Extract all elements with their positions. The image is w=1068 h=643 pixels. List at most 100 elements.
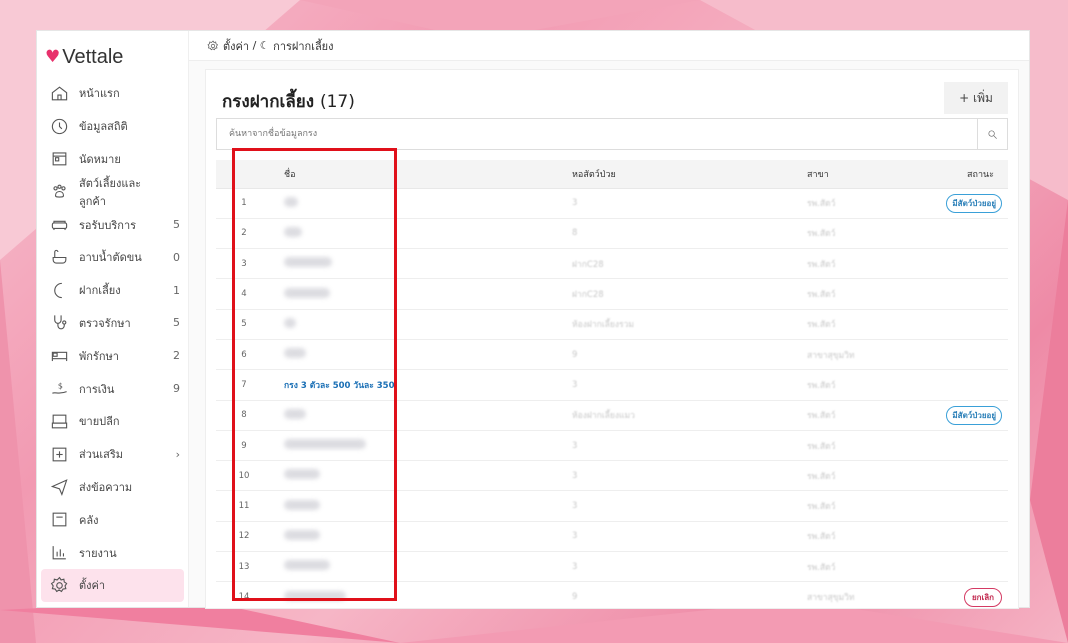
sidebar-item-register[interactable]: ขายปลีก	[37, 405, 188, 438]
row-number: 14	[216, 581, 272, 608]
row-number: 9	[216, 430, 272, 462]
table-row[interactable]: 7 กรง 3 ตัวละ 500 วันละ 350 3 รพ.สัตว์	[216, 369, 1008, 401]
sidebar-item-stethoscope[interactable]: ตรวจรักษา 5	[37, 307, 188, 340]
logo[interactable]: ♥ Vettale	[37, 41, 188, 77]
row-branch: รพ.สัตว์	[807, 278, 927, 310]
sofa-icon	[49, 215, 69, 235]
add-button[interactable]: + เพิ่ม	[944, 82, 1008, 114]
table-row[interactable]: 5 ห้องฝากเลี้ยงรวม รพ.สัตว์	[216, 309, 1008, 340]
sidebar-item-label: นัดหมาย	[79, 152, 121, 166]
table-row[interactable]: 12 3 รพ.สัตว์	[216, 521, 1008, 553]
row-status	[927, 369, 1008, 401]
sidebar-item-count: ›	[175, 447, 180, 461]
table-row[interactable]: 10 3 รพ.สัตว์	[216, 460, 1008, 492]
sidebar-item-label: การเงิน	[79, 382, 115, 396]
row-number: 10	[216, 460, 272, 492]
row-name[interactable]	[272, 278, 572, 310]
row-number: 4	[216, 278, 272, 310]
status-badge: มีสัตว์ป่วยอยู่	[946, 193, 1002, 213]
table-row[interactable]: 13 3 รพ.สัตว์	[216, 551, 1008, 583]
row-name[interactable]	[272, 248, 572, 280]
row-branch: สาขาสุขุมวิท	[807, 339, 927, 371]
row-name[interactable]	[272, 460, 572, 492]
row-branch: รพ.สัตว์	[807, 188, 927, 219]
row-name[interactable]	[272, 309, 572, 340]
sidebar-item-money[interactable]: $ การเงิน 9	[37, 372, 188, 405]
row-status	[927, 460, 1008, 492]
row-status	[927, 551, 1008, 583]
row-name[interactable]	[272, 188, 572, 219]
gear-icon	[207, 39, 218, 50]
sidebar-item-label: รอรับบริการ	[79, 218, 137, 232]
sidebar-item-chart[interactable]: ข้อมูลสถิติ	[37, 110, 188, 143]
table-row[interactable]: 6 9 สาขาสุขุมวิท	[216, 339, 1008, 371]
row-number: 8	[216, 400, 272, 431]
sidebar-item-bath[interactable]: อาบน้ำตัดขน 0	[37, 241, 188, 274]
row-name[interactable]	[272, 581, 572, 608]
row-branch: สาขาสุขุมวิท	[807, 581, 927, 608]
sidebar-item-send[interactable]: ส่งข้อความ	[37, 471, 188, 504]
row-vet: ห้องฝากเลี้ยงรวม	[572, 309, 807, 340]
sidebar-item-home[interactable]: หน้าแรก	[37, 77, 188, 110]
row-branch: รพ.สัตว์	[807, 218, 927, 250]
table-row[interactable]: 2 8 รพ.สัตว์	[216, 218, 1008, 250]
search-bar	[216, 118, 1008, 150]
sidebar-item-moon[interactable]: ฝากเลี้ยง 1	[37, 274, 188, 307]
row-name[interactable]	[272, 339, 572, 371]
sidebar-item-bed[interactable]: พักรักษา 2	[37, 339, 188, 372]
row-name[interactable]	[272, 551, 572, 583]
table-row[interactable]: 9 3 รพ.สัตว์	[216, 430, 1008, 462]
sidebar-item-plus-box[interactable]: ส่วนเสริม ›	[37, 438, 188, 471]
table-row[interactable]: 11 3 รพ.สัตว์	[216, 490, 1008, 522]
row-name[interactable]	[272, 430, 572, 462]
row-vet: ฝากC28	[572, 278, 807, 310]
sidebar-item-sofa[interactable]: รอรับบริการ 5	[37, 208, 188, 241]
status-badge: ยกเลิก	[963, 587, 1002, 607]
row-name[interactable]: กรง 3 ตัวละ 500 วันละ 350	[272, 369, 572, 401]
sidebar-item-report[interactable]: รายงาน	[37, 536, 188, 569]
sidebar-item-paw[interactable]: สัตว์เลี้ยงและลูกค้า	[37, 175, 188, 208]
col-vet[interactable]: หอสัตว์ป่วย	[572, 160, 807, 189]
search-input[interactable]	[217, 119, 977, 149]
search-button[interactable]	[977, 119, 1007, 149]
sidebar-item-label: อาบน้ำตัดขน	[79, 251, 142, 265]
row-vet: 3	[572, 369, 807, 401]
sidebar-item-count: 9	[173, 382, 180, 396]
register-icon	[49, 411, 69, 431]
app-window: ♥ Vettale หน้าแรกข้อมูลสถิตินัดหมายสัตว์…	[36, 30, 1030, 609]
sidebar-item-label: ข้อมูลสถิติ	[79, 120, 128, 134]
sidebar-item-calendar[interactable]: นัดหมาย	[37, 143, 188, 176]
row-number: 5	[216, 309, 272, 340]
table-row[interactable]: 4 ฝากC28 รพ.สัตว์	[216, 278, 1008, 310]
search-icon	[988, 130, 997, 139]
table-row[interactable]: 1 3 รพ.สัตว์ มีสัตว์ป่วยอยู่	[216, 188, 1008, 219]
home-icon	[49, 83, 69, 103]
plus-box-icon	[49, 444, 69, 464]
row-name[interactable]	[272, 521, 572, 553]
row-vet: 3	[572, 460, 807, 492]
row-name[interactable]	[272, 218, 572, 250]
row-number: 13	[216, 551, 272, 583]
row-name[interactable]	[272, 400, 572, 431]
col-status[interactable]: สถานะ	[927, 160, 1008, 189]
svg-text:$: $	[57, 382, 62, 391]
moon-icon: ☾	[259, 39, 270, 52]
moon-icon	[49, 280, 69, 300]
sidebar-item-inbox[interactable]: คลัง	[37, 503, 188, 536]
col-branch[interactable]: สาขา	[807, 160, 927, 189]
row-name[interactable]	[272, 490, 572, 522]
row-vet: 3	[572, 490, 807, 522]
money-icon: $	[49, 379, 69, 399]
row-status	[927, 218, 1008, 250]
table-row[interactable]: 3 ฝากC28 รพ.สัตว์	[216, 248, 1008, 280]
table-row[interactable]: 8 ห้องฝากเลี้ยงแมว รพ.สัตว์ มีสัตว์ป่วยอยู่	[216, 400, 1008, 431]
table-row[interactable]: 14 9 สาขาสุขุมวิท ยกเลิก	[216, 581, 1008, 608]
row-branch: รพ.สัตว์	[807, 551, 927, 583]
row-branch: รพ.สัตว์	[807, 490, 927, 522]
col-name[interactable]: ชื่อ	[272, 160, 572, 189]
breadcrumb-settings[interactable]: ตั้งค่า	[223, 37, 249, 55]
sidebar-item-gear[interactable]: ตั้งค่า	[41, 568, 184, 602]
row-branch: รพ.สัตว์	[807, 369, 927, 401]
sidebar: ♥ Vettale หน้าแรกข้อมูลสถิตินัดหมายสัตว์…	[37, 31, 189, 607]
row-number: 2	[216, 218, 272, 250]
